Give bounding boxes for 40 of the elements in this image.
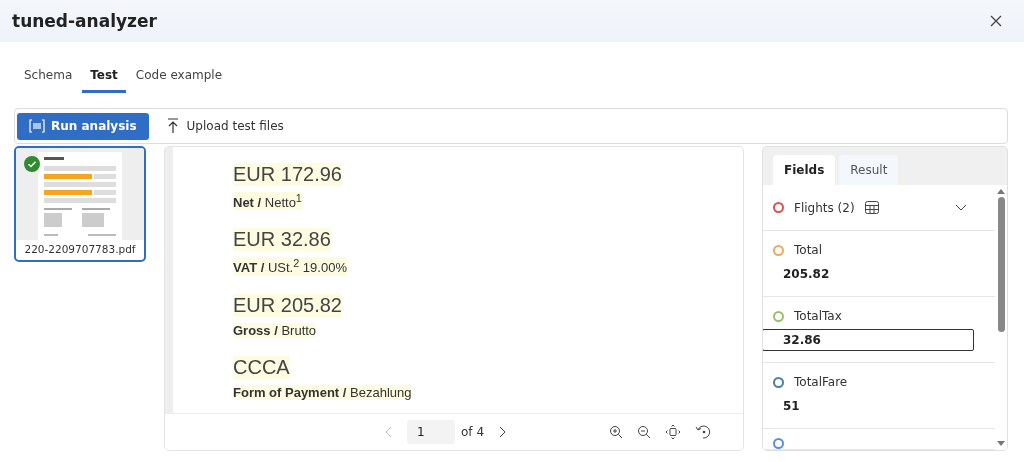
amount-text: EUR 172.96 — [233, 163, 342, 186]
field-name: Flights (2) — [794, 200, 855, 215]
zoom-in-icon[interactable] — [609, 425, 623, 439]
field-value[interactable]: 205.82 — [763, 263, 974, 285]
file-card[interactable]: 220-2209707783.pdf — [14, 146, 146, 262]
amount-label: VAT / USt.$^{2}$ 19.00% — [233, 257, 347, 276]
page-number-field[interactable]: 1 — [407, 420, 455, 444]
zoom-out-icon[interactable] — [637, 425, 651, 439]
panel-tab[interactable]: Fields — [773, 155, 836, 185]
field-value[interactable]: 51 — [763, 395, 974, 417]
page-count: of 4 — [461, 425, 484, 439]
scrollbar-thumb[interactable] — [997, 197, 1005, 332]
next-page-icon[interactable] — [498, 426, 506, 438]
amount-text: EUR 205.82 — [233, 293, 342, 317]
tab[interactable]: Schema — [16, 68, 81, 93]
tab[interactable]: Test — [82, 68, 126, 93]
amount-text: CCCA — [233, 355, 290, 379]
amount-label: Form of Payment / Bezahlung — [233, 384, 412, 400]
chevron-icon[interactable] — [955, 203, 967, 212]
panel-tab[interactable]: Result — [839, 155, 899, 185]
scroll-up-icon[interactable] — [997, 189, 1005, 194]
amount-text: EUR 32.86 — [233, 228, 331, 252]
field-name: TotalTax — [794, 309, 842, 323]
scroll-down-icon[interactable] — [997, 441, 1005, 446]
rotate-icon[interactable] — [695, 424, 711, 440]
file-name: 220-2209707783.pdf — [24, 243, 136, 255]
upload-button[interactable]: Upload test files — [160, 117, 290, 135]
close-icon[interactable] — [990, 15, 1002, 27]
tab[interactable]: Code example — [127, 68, 231, 93]
amount-label: Gross / Brutto — [233, 322, 317, 338]
fit-page-icon[interactable] — [665, 424, 681, 440]
field-name: TotalFare — [794, 375, 848, 389]
upload-icon — [166, 118, 179, 134]
amount-label: Net / Netto$^{1}$ — [233, 192, 302, 211]
field-value[interactable]: 32.86 — [763, 329, 974, 351]
table-icon[interactable] — [864, 201, 879, 214]
run-analysis-button[interactable]: Run analysis — [17, 112, 149, 140]
scan-icon — [29, 119, 45, 133]
field-name: Total — [794, 243, 823, 257]
window-title: tuned-analyzer — [12, 11, 157, 31]
